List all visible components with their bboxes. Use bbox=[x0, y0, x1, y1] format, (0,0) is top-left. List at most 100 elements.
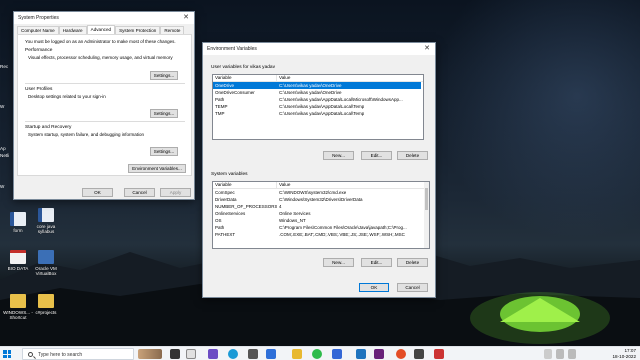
close-icon[interactable]: ✕ bbox=[419, 43, 435, 55]
app-icon[interactable] bbox=[208, 349, 218, 359]
list-item[interactable]: OS Windows_NT bbox=[213, 217, 429, 224]
pdf-document-icon bbox=[10, 250, 26, 264]
startup-recovery-desc: System startup, system failure, and debu… bbox=[28, 132, 145, 137]
ok-button[interactable]: OK bbox=[359, 283, 389, 292]
cancel-button[interactable]: Cancel bbox=[124, 188, 155, 197]
system-delete-button[interactable]: Delete bbox=[397, 258, 428, 267]
desktop-clipped-label: W bbox=[0, 184, 5, 189]
store-icon[interactable] bbox=[266, 349, 276, 359]
app-icon[interactable] bbox=[414, 349, 424, 359]
list-header: Variable Value bbox=[213, 75, 423, 82]
folder-icon bbox=[38, 294, 54, 308]
divider bbox=[25, 121, 185, 122]
list-item[interactable]: PATHEXT .COM;.EXE;.BAT;.CMD;.VBS;.VBE;.J… bbox=[213, 231, 429, 238]
system-variables-list[interactable]: Variable Value ComSpec C:\WINDOWS\system… bbox=[212, 181, 430, 249]
window-title: Environment Variables bbox=[207, 46, 257, 52]
chrome-icon[interactable] bbox=[396, 349, 406, 359]
sky-glow bbox=[430, 0, 640, 240]
environment-variables-button[interactable]: Environment Variables... bbox=[128, 164, 186, 173]
scrollbar-thumb[interactable] bbox=[425, 188, 428, 210]
volume-icon[interactable] bbox=[568, 349, 576, 359]
list-item[interactable]: TEMP C:\Users\vikas yadav\AppData\Local\… bbox=[213, 103, 423, 110]
search-icon bbox=[28, 352, 33, 357]
file-manager-icon[interactable] bbox=[186, 349, 196, 359]
desktop-icon-virtualbox[interactable]: Oracle VM VirtualBox bbox=[28, 250, 64, 277]
apply-button[interactable]: Apply bbox=[160, 188, 191, 197]
edge-browser-icon[interactable] bbox=[228, 349, 238, 359]
column-header-value[interactable]: Value bbox=[277, 75, 290, 81]
tab-remote[interactable]: Remote bbox=[160, 26, 185, 34]
list-item[interactable]: OnlineServices Online Services bbox=[213, 210, 429, 217]
column-header-variable[interactable]: Variable bbox=[213, 182, 277, 188]
user-edit-button[interactable]: Edit... bbox=[361, 151, 392, 160]
system-new-button[interactable]: New... bbox=[323, 258, 354, 267]
tab-hardware[interactable]: Hardware bbox=[58, 26, 87, 34]
cancel-button[interactable]: Cancel bbox=[397, 283, 428, 292]
ok-button[interactable]: OK bbox=[82, 188, 113, 197]
performance-desc: Visual effects, processor scheduling, me… bbox=[28, 55, 173, 60]
app-icon[interactable] bbox=[356, 349, 366, 359]
list-item[interactable]: OneDriveConsumer C:\Users\vikas yadav\On… bbox=[213, 89, 423, 96]
performance-title: Performance bbox=[25, 48, 53, 53]
user-profiles-settings-button[interactable]: Settings... bbox=[150, 109, 178, 118]
taskbar-search-box[interactable]: Type here to search bbox=[22, 348, 134, 360]
whatsapp-icon[interactable] bbox=[312, 349, 322, 359]
startup-recovery-settings-button[interactable]: Settings... bbox=[150, 147, 178, 156]
user-delete-button[interactable]: Delete bbox=[397, 151, 428, 160]
tab-computer-name[interactable]: Computer Name bbox=[17, 26, 59, 34]
user-variables-list[interactable]: Variable Value OneDrive C:\Users\vikas y… bbox=[212, 74, 424, 140]
taskbar: Type here to search 17:07 18-10-2022 bbox=[0, 346, 640, 360]
news-widget-icon[interactable] bbox=[138, 349, 162, 359]
date: 18-10-2022 bbox=[612, 354, 637, 359]
desktop-clipped-label: W bbox=[0, 104, 5, 109]
mail-icon[interactable] bbox=[248, 349, 258, 359]
close-icon[interactable]: ✕ bbox=[178, 12, 194, 24]
tab-system-protection[interactable]: System Protection bbox=[115, 26, 161, 34]
list-item[interactable]: NUMBER_OF_PROCESSORS 4 bbox=[213, 203, 429, 210]
user-variables-label: User variables for vikas yadav bbox=[211, 65, 275, 70]
user-profiles-title: User Profiles bbox=[25, 87, 53, 92]
list-item[interactable]: DriverData C:\Windows\System32\Drivers\D… bbox=[213, 196, 429, 203]
system-properties-window: System Properties ✕ Computer Name Hardwa… bbox=[13, 11, 195, 200]
word-document-icon bbox=[10, 212, 26, 226]
startup-recovery-title: Startup and Recovery bbox=[25, 125, 72, 130]
folder-shortcut-icon bbox=[10, 294, 26, 308]
user-profiles-desc: Desktop settings related to your sign-in bbox=[28, 94, 106, 99]
desktop-icon-core-java-syllabus[interactable]: core java syllabus bbox=[28, 208, 64, 235]
system-variables-label: System variables bbox=[211, 172, 248, 177]
word-document-icon bbox=[38, 208, 54, 222]
performance-settings-button[interactable]: Settings... bbox=[150, 71, 178, 80]
chevron-up-icon[interactable] bbox=[544, 349, 552, 359]
desktop-icon-csharp-projects[interactable]: c#projects bbox=[28, 294, 64, 315]
system-list-scrollbar[interactable] bbox=[424, 182, 429, 248]
list-header: Variable Value bbox=[213, 182, 429, 189]
admin-note: You must be logged on as an Administrato… bbox=[25, 39, 176, 44]
environment-variables-window: Environment Variables ✕ User variables f… bbox=[202, 42, 436, 298]
list-item[interactable]: OneDrive C:\Users\vikas yadav\OneDrive bbox=[213, 82, 421, 89]
desktop-clipped-label: Rec bbox=[0, 64, 9, 69]
app-icon[interactable] bbox=[434, 349, 444, 359]
divider bbox=[25, 83, 185, 84]
list-item[interactable]: TMP C:\Users\vikas yadav\AppData\Local\T… bbox=[213, 110, 423, 117]
tab-panel: You must be logged on as an Administrato… bbox=[17, 34, 192, 176]
word-icon[interactable] bbox=[332, 349, 342, 359]
start-button[interactable] bbox=[3, 350, 11, 358]
desktop-clipped-label: Ap bbox=[0, 146, 6, 151]
visual-studio-icon[interactable] bbox=[374, 349, 384, 359]
task-view-icon[interactable] bbox=[170, 349, 180, 359]
desktop-clipped-label: Netli bbox=[0, 153, 10, 158]
window-title: System Properties bbox=[18, 15, 59, 21]
column-header-value[interactable]: Value bbox=[277, 182, 290, 188]
list-item[interactable]: ComSpec C:\WINDOWS\system32\cmd.exe bbox=[213, 189, 429, 196]
list-item[interactable]: Path C:\Users\vikas yadav\AppData\Local\… bbox=[213, 96, 423, 103]
env-vars-titlebar: Environment Variables ✕ bbox=[203, 43, 435, 55]
user-new-button[interactable]: New... bbox=[323, 151, 354, 160]
column-header-variable[interactable]: Variable bbox=[213, 75, 277, 81]
list-item[interactable]: Path C:\Program Files\Common Files\Oracl… bbox=[213, 224, 429, 231]
folder-icon[interactable] bbox=[292, 349, 302, 359]
tab-advanced[interactable]: Advanced bbox=[86, 25, 116, 34]
network-icon[interactable] bbox=[556, 349, 564, 359]
system-properties-titlebar: System Properties ✕ bbox=[14, 12, 194, 24]
system-edit-button[interactable]: Edit... bbox=[361, 258, 392, 267]
clock[interactable]: 17:07 18-10-2022 bbox=[613, 348, 637, 360]
